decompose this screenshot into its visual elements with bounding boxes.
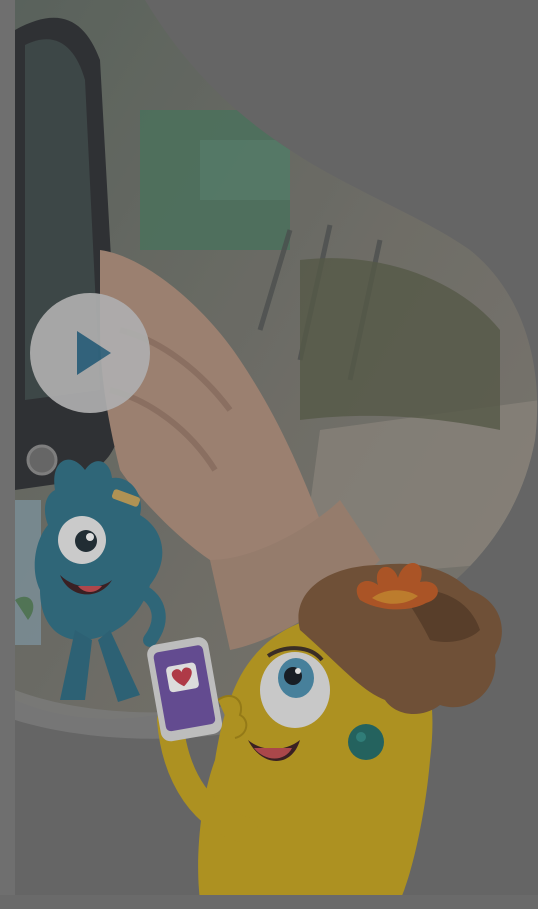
app-screen	[0, 0, 538, 909]
play-icon	[77, 331, 111, 375]
bottom-edge-strip	[0, 895, 538, 909]
play-video-button[interactable]	[30, 293, 150, 413]
hero-illustration	[15, 0, 538, 900]
